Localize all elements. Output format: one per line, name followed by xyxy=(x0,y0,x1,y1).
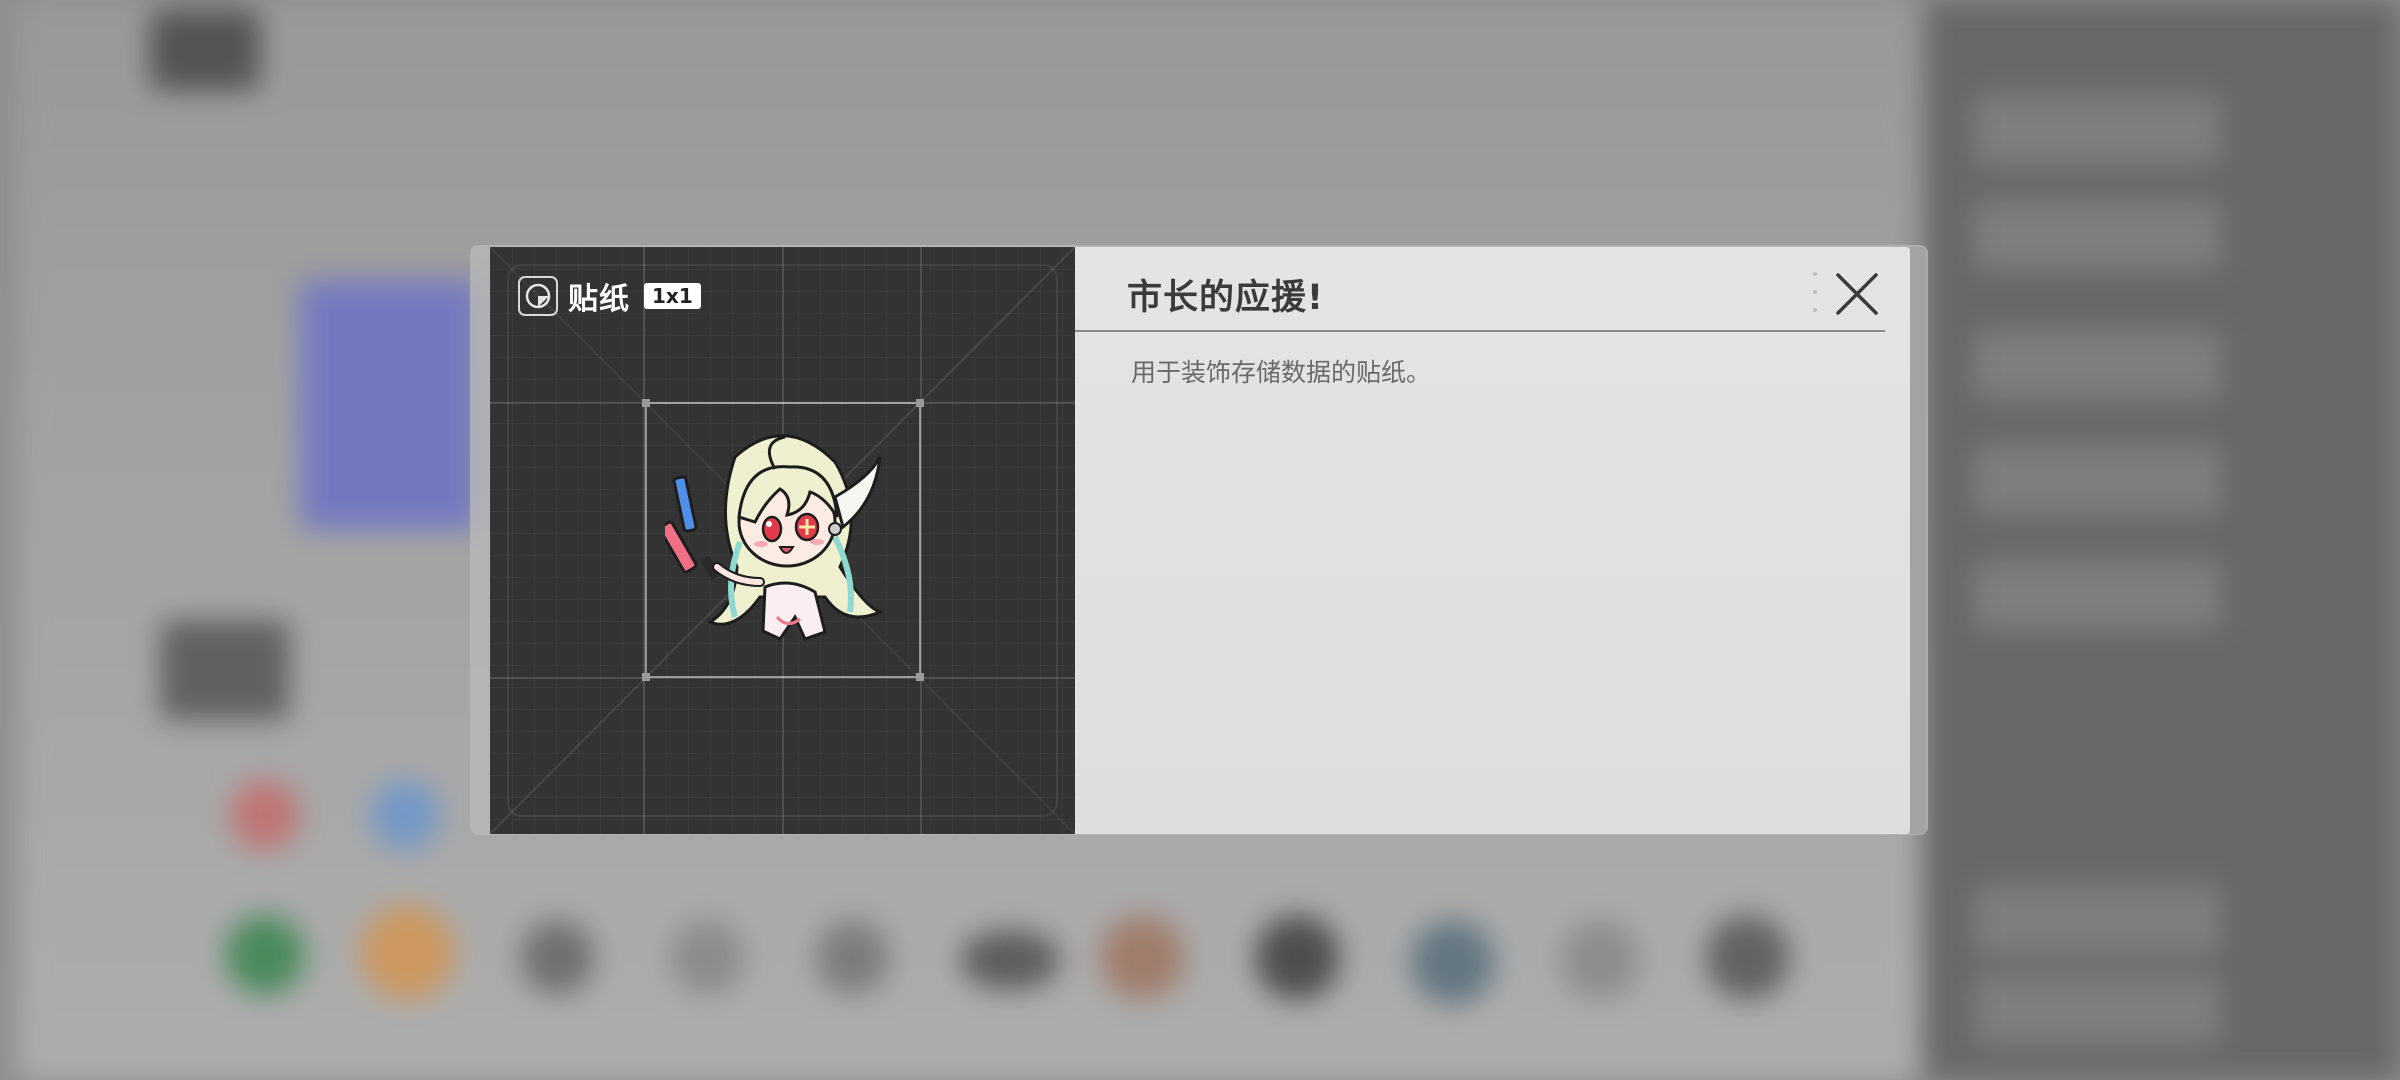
sticker-description: 用于装饰存储数据的贴纸。 xyxy=(1131,358,1432,387)
background-item xyxy=(1560,920,1640,1000)
sticker-character-image xyxy=(665,434,885,641)
sticker-preview-panel: 贴纸 1x1 xyxy=(490,247,1075,834)
background-side-card xyxy=(1975,95,2220,165)
background-item xyxy=(225,915,305,995)
background-item xyxy=(1100,915,1185,1000)
background-item xyxy=(815,920,890,995)
sticker-info-panel: 市长的应援! 用于装饰存储数据的贴纸。 xyxy=(1075,247,1910,834)
background-side-card xyxy=(1975,560,2220,630)
frame-corner-handle xyxy=(642,399,650,407)
background-side-card xyxy=(1975,885,2220,955)
background-item xyxy=(370,780,440,850)
background-side-card xyxy=(1975,445,2220,515)
close-icon xyxy=(1836,273,1878,315)
more-dots-icon xyxy=(1812,272,1818,312)
sticker-detail-dialog: 贴纸 1x1 市长的应援! 用于装饰存储数据的贴纸。 xyxy=(490,247,1910,834)
background-item xyxy=(230,780,300,850)
background-side-card xyxy=(1975,330,2220,400)
sticker-icon xyxy=(518,276,558,316)
close-button[interactable] xyxy=(1830,267,1884,321)
frame-corner-handle xyxy=(916,399,924,407)
background-side-card xyxy=(1975,200,2220,270)
dialog-right-rail xyxy=(1910,247,1926,834)
background-tile xyxy=(160,620,290,720)
frame-corner-handle xyxy=(642,673,650,681)
background-item xyxy=(1705,915,1790,1000)
sticker-size-badge: 1x1 xyxy=(644,283,701,309)
sticker-category-tag: 贴纸 1x1 xyxy=(518,274,701,318)
background-item xyxy=(960,930,1060,990)
title-divider xyxy=(1075,330,1885,332)
background-card-art xyxy=(300,280,480,530)
frame-corner-handle xyxy=(916,673,924,681)
background-item xyxy=(1255,915,1340,1000)
sticker-title: 市长的应援! xyxy=(1127,278,1324,318)
background-side-card xyxy=(1975,975,2220,1045)
sticker-category-label: 贴纸 xyxy=(568,282,630,317)
background-item xyxy=(1410,920,1495,1005)
background-item xyxy=(360,905,455,1000)
background-item xyxy=(670,920,745,995)
background-avatar xyxy=(150,10,260,90)
background-item xyxy=(520,920,595,995)
